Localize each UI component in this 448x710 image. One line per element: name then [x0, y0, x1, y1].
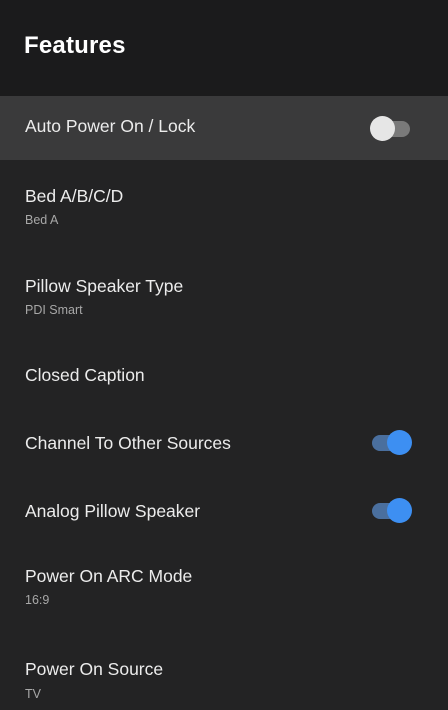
setting-title: Auto Power On / Lock — [25, 116, 196, 136]
setting-power-on-arc-mode[interactable]: Power On ARC Mode 16:9 — [0, 540, 448, 628]
channel-to-other-sources-toggle[interactable] — [370, 428, 414, 456]
setting-title: Power On ARC Mode — [25, 566, 193, 586]
setting-title: Pillow Speaker Type — [25, 276, 184, 296]
setting-value: 16:9 — [25, 593, 50, 607]
toggle-knob — [387, 430, 412, 455]
setting-bed[interactable]: Bed A/B/C/D Bed A — [0, 160, 448, 250]
setting-title: Closed Caption — [25, 365, 145, 385]
setting-auto-power-on-lock[interactable]: Auto Power On / Lock — [0, 96, 448, 160]
setting-value: TV — [25, 687, 41, 701]
setting-value: Bed A — [25, 213, 59, 227]
setting-title: Power On Source — [25, 659, 164, 679]
auto-power-on-lock-toggle[interactable] — [370, 114, 414, 142]
toggle-knob — [370, 116, 395, 141]
setting-title: Analog Pillow Speaker — [25, 501, 201, 521]
header: Features — [0, 0, 448, 96]
toggle-knob — [387, 498, 412, 523]
setting-closed-caption[interactable]: Closed Caption — [0, 344, 448, 408]
setting-value: PDI Smart — [25, 303, 83, 317]
analog-pillow-speaker-toggle[interactable] — [370, 496, 414, 524]
setting-title: Bed A/B/C/D — [25, 186, 124, 206]
page-title: Features — [24, 32, 126, 59]
setting-analog-pillow-speaker[interactable]: Analog Pillow Speaker — [0, 474, 448, 540]
setting-pillow-speaker-type[interactable]: Pillow Speaker Type PDI Smart — [0, 250, 448, 344]
setting-channel-to-other-sources[interactable]: Channel To Other Sources — [0, 408, 448, 474]
setting-power-on-source[interactable]: Power On Source TV — [0, 628, 448, 710]
setting-title: Channel To Other Sources — [25, 433, 231, 453]
